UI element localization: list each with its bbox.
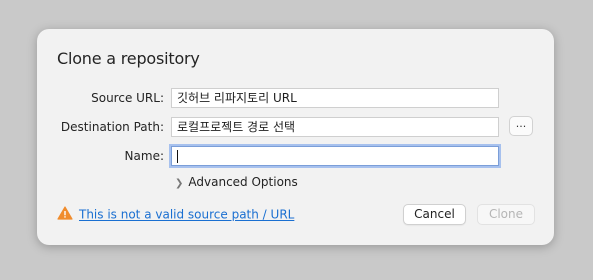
browse-button[interactable]: ... xyxy=(509,116,533,136)
warning-triangle-icon xyxy=(57,206,73,223)
source-url-label: Source URL: xyxy=(91,91,164,105)
name-label: Name: xyxy=(124,149,164,163)
chevron-right-icon: ❯ xyxy=(175,178,184,189)
text-caret xyxy=(177,150,178,163)
destination-path-label: Destination Path: xyxy=(60,120,164,134)
advanced-options-toggle[interactable]: ❯ Advanced Options xyxy=(175,175,298,189)
clone-repository-dialog: Clone a repository Source URL: 깃허브 리파지토리… xyxy=(37,29,554,245)
invalid-source-link[interactable]: This is not a valid source path / URL xyxy=(79,208,294,222)
source-url-field[interactable]: 깃허브 리파지토리 URL xyxy=(171,88,499,108)
advanced-options-label: Advanced Options xyxy=(188,175,298,189)
validation-warning: This is not a valid source path / URL xyxy=(57,206,294,223)
name-field[interactable] xyxy=(171,146,499,166)
destination-path-field[interactable]: 로컬프로젝트 경로 선택 xyxy=(171,117,499,137)
cancel-button[interactable]: Cancel xyxy=(403,204,466,225)
clone-button[interactable]: Clone xyxy=(477,204,535,225)
dialog-title: Clone a repository xyxy=(57,49,200,68)
